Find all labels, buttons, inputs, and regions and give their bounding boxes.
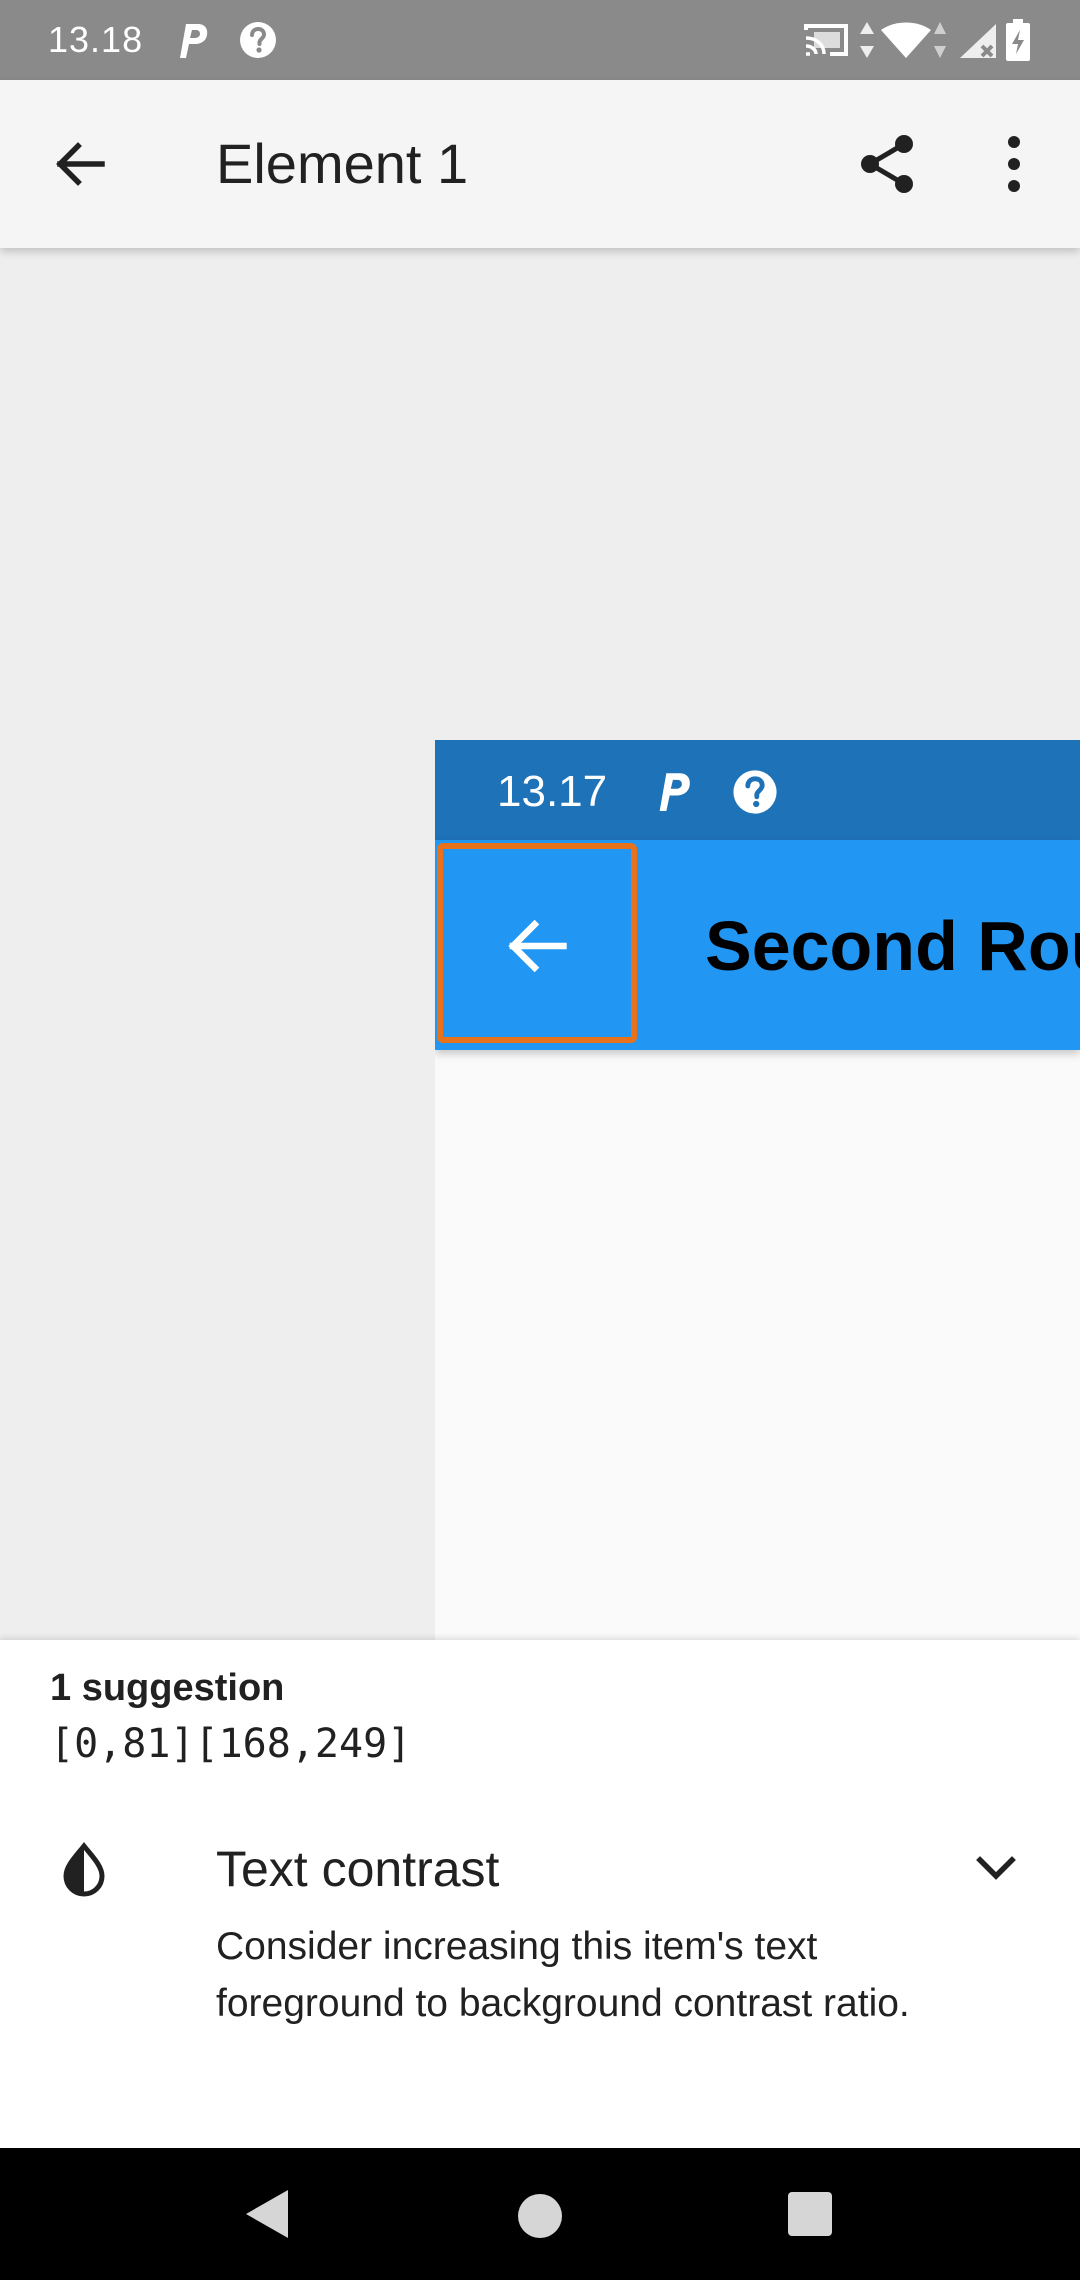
screenshot-preview: 13.17 Second Rou [435, 740, 1080, 1640]
contrast-icon [63, 1842, 105, 1897]
suggestion-title[interactable]: Text contrast [216, 1838, 499, 1900]
preview-toolbar-title: Second Rou [705, 907, 1080, 985]
share-icon[interactable] [856, 132, 920, 196]
chevron-down-icon[interactable] [966, 1838, 1026, 1898]
battery-icon [1006, 19, 1030, 61]
suggestions-sheet: 1 suggestion [0,81][168,249] Text contra… [0, 1640, 1080, 2148]
preview-arrow-back-icon [508, 919, 567, 973]
preview-status-time: 13.17 [497, 767, 608, 816]
wifi-icon [881, 22, 931, 58]
home-circle-icon[interactable] [514, 2190, 566, 2242]
preview-toolbar: Second Rou [435, 840, 1080, 1050]
help-circle-icon [240, 22, 276, 58]
back-triangle-icon[interactable] [240, 2186, 292, 2242]
status-bar: 13.18 [0, 0, 1080, 80]
recents-square-icon[interactable] [786, 2190, 834, 2238]
parking-icon [180, 24, 208, 58]
page-title: Element 1 [216, 132, 469, 195]
preview-parking-icon [659, 773, 690, 811]
preview-status-bar: 13.17 [435, 740, 1080, 840]
more-vert-icon[interactable] [984, 132, 1044, 196]
status-time: 13.18 [48, 19, 144, 60]
system-navigation-bar [0, 2148, 1080, 2280]
data-arrows-icon [860, 22, 874, 58]
app-bar: Element 1 [0, 80, 1080, 248]
cell-signal-icon [960, 24, 996, 58]
preview-help-circle-icon [733, 770, 777, 814]
cast-icon [804, 24, 848, 56]
element-bounds: [0,81][168,249] [50, 1721, 412, 1767]
suggestion-description: Consider increasing this item's text for… [216, 1925, 910, 2025]
suggestion-count: 1 suggestion [50, 1667, 285, 1709]
arrow-back-icon[interactable] [50, 134, 110, 194]
data-arrows-2-icon [934, 22, 946, 58]
